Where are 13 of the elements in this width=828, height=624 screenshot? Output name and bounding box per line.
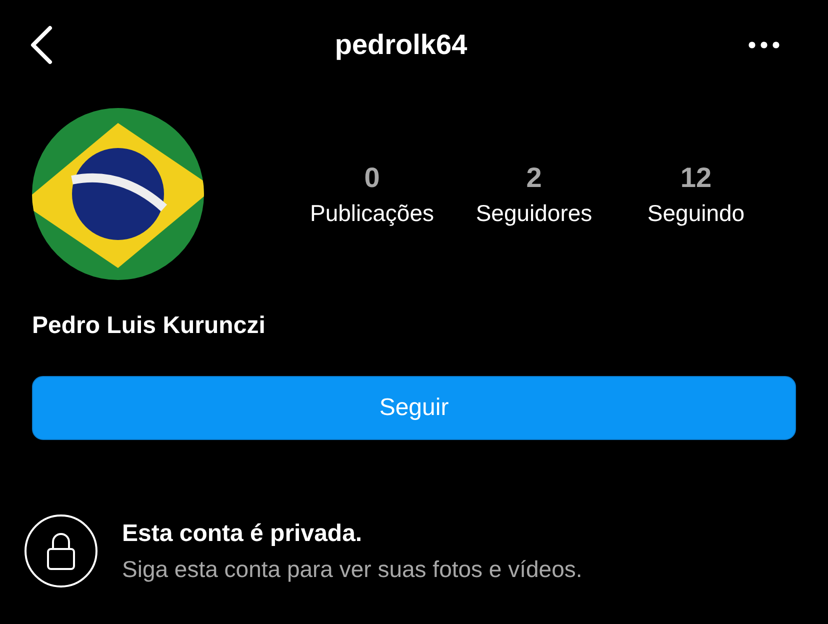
lock-icon <box>24 514 98 588</box>
stat-count: 2 <box>526 162 542 194</box>
username-title: pedrolk64 <box>334 29 468 61</box>
back-icon[interactable] <box>28 25 54 65</box>
private-description: Siga esta conta para ver suas fotos e vídeos. <box>122 556 582 582</box>
stat-count: 0 <box>364 162 380 194</box>
stat-count: 12 <box>680 162 712 194</box>
profile-name: Pedro Luis Kurunczi <box>32 312 266 340</box>
private-title: Esta conta é privada. <box>122 520 364 548</box>
more-options-icon[interactable] <box>748 41 780 49</box>
stat-label[interactable]: Seguidores <box>476 200 592 226</box>
stat-label[interactable]: Seguindo <box>647 200 745 226</box>
stat-label[interactable]: Publicações <box>310 200 434 226</box>
